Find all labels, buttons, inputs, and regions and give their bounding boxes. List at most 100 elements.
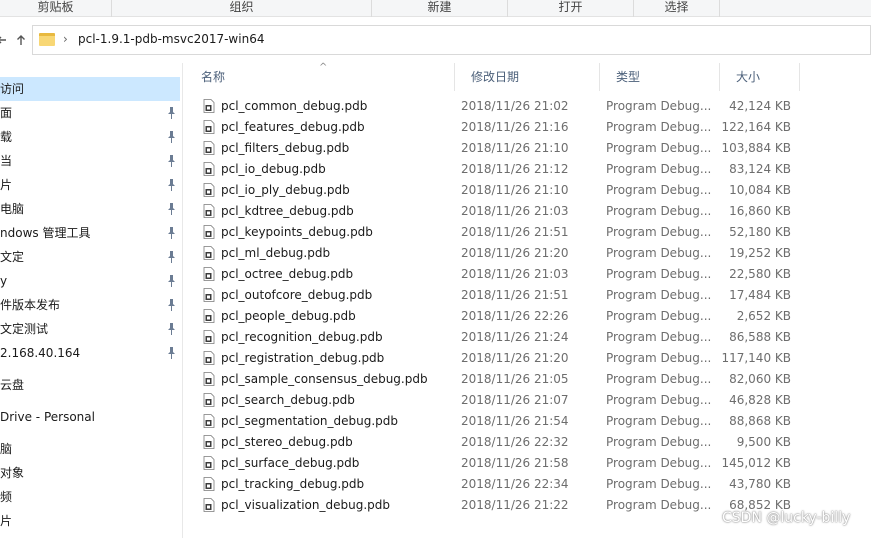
sidebar-item-label: 电脑 (0, 202, 25, 216)
file-row[interactable]: pcl_octree_debug.pdb 2018/11/26 21:03 Prog… (199, 264, 799, 285)
file-size: 103,884 KB (721, 141, 791, 155)
sidebar-item[interactable]: 脑 (0, 437, 180, 461)
file-row[interactable]: pcl_features_debug.pdb 2018/11/26 21:16 Pr… (199, 117, 799, 138)
file-row[interactable]: pcl_filters_debug.pdb 2018/11/26 21:10 Pro… (199, 138, 799, 159)
sidebar-item[interactable]: ndows 管理工具 (0, 221, 180, 245)
pin-icon[interactable] (167, 203, 176, 215)
sidebar-item[interactable]: 访问 (0, 77, 180, 101)
sidebar-item[interactable]: 文定测试 (0, 317, 180, 341)
file-row[interactable]: pcl_recognition_debug.pdb 2018/11/26 21:2… (199, 327, 799, 348)
pin-icon[interactable] (167, 155, 176, 167)
file-row[interactable]: pcl_outofcore_debug.pdb 2018/11/26 21:51 P… (199, 285, 799, 306)
column-header-size-label: 大小 (736, 70, 761, 84)
file-row[interactable]: pcl_stereo_debug.pdb 2018/11/26 22:32 Prog… (199, 432, 799, 453)
file-row[interactable]: pcl_sample_consensus_debug.pdb 2018/11/26… (199, 369, 799, 390)
sidebar-item[interactable]: 电脑 (0, 197, 180, 221)
file-size: 86,588 KB (729, 330, 791, 344)
column-header-modified[interactable]: 修改日期 (455, 63, 600, 91)
file-row[interactable]: pcl_io_debug.pdb 2018/11/26 21:12 Program … (199, 159, 799, 180)
sidebar-item[interactable]: 文定 (0, 245, 180, 269)
file-modified: 2018/11/26 21:51 (461, 225, 569, 239)
pdb-file-icon (203, 246, 215, 260)
file-type: Program Debug... (606, 477, 712, 491)
file-type: Program Debug... (606, 267, 712, 281)
sidebar-item[interactable]: y (0, 269, 180, 293)
sidebar-item[interactable]: Drive - Personal (0, 405, 180, 429)
file-row[interactable]: pcl_io_ply_debug.pdb 2018/11/26 21:10 Prog… (199, 180, 799, 201)
file-name: pcl_registration_debug.pdb (221, 351, 385, 365)
file-row[interactable]: pcl_tracking_debug.pdb 2018/11/26 22:34 Pr… (199, 474, 799, 495)
file-row[interactable]: pcl_surface_debug.pdb 2018/11/26 21:58 Pro… (199, 453, 799, 474)
file-type: Program Debug... (606, 288, 712, 302)
file-size: 82,060 KB (729, 372, 791, 386)
pin-icon[interactable] (167, 299, 176, 311)
breadcrumb-current-folder[interactable]: pcl-1.9.1-pdb-msvc2017-win64 (78, 32, 264, 46)
file-modified: 2018/11/26 21:05 (461, 372, 569, 386)
file-modified: 2018/11/26 21:12 (461, 162, 569, 176)
sidebar-item-label: 频 (0, 490, 13, 504)
sidebar-item[interactable]: 频 (0, 485, 180, 509)
file-modified: 2018/11/26 21:03 (461, 204, 569, 218)
file-row[interactable]: pcl_visualization_debug.pdb 2018/11/26 21… (199, 495, 799, 516)
sidebar-item-label: 当 (0, 154, 13, 168)
file-row[interactable]: pcl_kdtree_debug.pdb 2018/11/26 21:03 Prog… (199, 201, 799, 222)
chevron-right-icon[interactable]: › (63, 32, 68, 46)
sidebar-item[interactable]: 2.168.40.164 (0, 341, 180, 365)
file-size: 19,252 KB (729, 246, 791, 260)
pin-icon[interactable] (167, 107, 176, 119)
file-size: 2,652 KB (736, 309, 791, 323)
column-header-size[interactable]: 大小 (720, 63, 800, 91)
pin-icon[interactable] (167, 131, 176, 143)
pdb-file-icon (203, 330, 215, 344)
pin-icon[interactable] (167, 227, 176, 239)
sidebar-item[interactable]: 当 (0, 149, 180, 173)
pin-icon[interactable] (167, 323, 176, 335)
pdb-file-icon (203, 393, 215, 407)
file-name: pcl_sample_consensus_debug.pdb (221, 372, 428, 386)
pin-icon[interactable] (167, 275, 176, 287)
file-type: Program Debug... (606, 141, 712, 155)
file-row[interactable]: pcl_people_debug.pdb 2018/11/26 22:26 Prog… (199, 306, 799, 327)
file-size: 9,500 KB (736, 435, 791, 449)
back-button[interactable] (0, 31, 10, 49)
sidebar-item[interactable]: 载 (0, 125, 180, 149)
file-name: pcl_io_ply_debug.pdb (221, 183, 350, 197)
sidebar-item-label: 2.168.40.164 (0, 346, 81, 360)
sidebar-item-label: ndows 管理工具 (0, 226, 91, 240)
file-modified: 2018/11/26 21:16 (461, 120, 569, 134)
file-modified: 2018/11/26 22:26 (461, 309, 569, 323)
arrow-left-icon (0, 36, 6, 44)
pin-icon[interactable] (167, 251, 176, 263)
file-row[interactable]: pcl_keypoints_debug.pdb 2018/11/26 21:51 P… (199, 222, 799, 243)
file-modified: 2018/11/26 21:51 (461, 288, 569, 302)
file-name: pcl_visualization_debug.pdb (221, 498, 391, 512)
column-header-name[interactable]: 名称 ^ (185, 62, 455, 91)
folder-icon (39, 33, 55, 46)
arrow-up-icon (17, 35, 25, 45)
file-row[interactable]: pcl_common_debug.pdb 2018/11/26 21:02 Prog… (199, 96, 799, 117)
pin-icon[interactable] (167, 179, 176, 191)
address-bar[interactable]: › pcl-1.9.1-pdb-msvc2017-win64 (32, 25, 871, 55)
sidebar-item-label: 件版本发布 (0, 298, 61, 312)
file-size: 17,484 KB (729, 288, 791, 302)
file-row[interactable]: pcl_search_debug.pdb 2018/11/26 21:07 Prog… (199, 390, 799, 411)
sidebar-item[interactable]: 片 (0, 509, 180, 533)
sidebar-item[interactable]: 片 (0, 173, 180, 197)
file-row[interactable]: pcl_ml_debug.pdb 2018/11/26 21:20 Program … (199, 243, 799, 264)
sidebar-item[interactable]: 云盘 (0, 373, 180, 397)
file-name: pcl_surface_debug.pdb (221, 456, 360, 470)
file-modified: 2018/11/26 21:10 (461, 183, 569, 197)
pdb-file-icon (203, 141, 215, 155)
sidebar-item[interactable]: 件版本发布 (0, 293, 180, 317)
file-row[interactable]: pcl_segmentation_debug.pdb 2018/11/26 21:… (199, 411, 799, 432)
file-name: pcl_features_debug.pdb (221, 120, 365, 134)
up-button[interactable] (13, 31, 29, 49)
pin-icon[interactable] (167, 347, 176, 359)
ribbon-group-organize: 组织 (112, 0, 372, 17)
file-row[interactable]: pcl_registration_debug.pdb 2018/11/26 21:… (199, 348, 799, 369)
pdb-file-icon (203, 498, 215, 512)
file-type: Program Debug... (606, 99, 712, 113)
column-header-type[interactable]: 类型 (600, 63, 720, 91)
sidebar-item[interactable]: 面 (0, 101, 180, 125)
sidebar-item[interactable]: 对象 (0, 461, 180, 485)
